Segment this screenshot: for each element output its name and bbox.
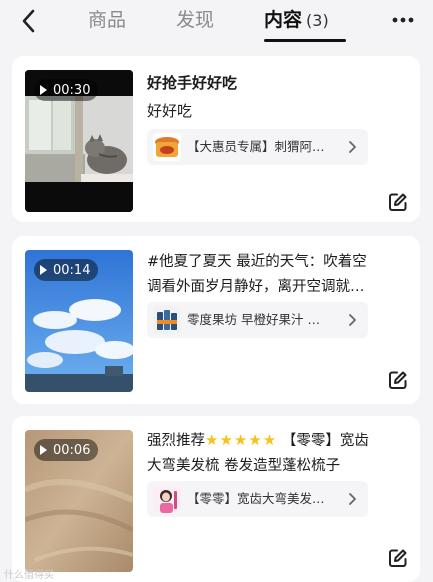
tab-products-label: 商品 bbox=[88, 9, 127, 31]
chevron-right-icon bbox=[349, 493, 356, 505]
play-icon bbox=[40, 445, 47, 455]
duration-badge: 00:14 bbox=[34, 259, 99, 281]
chevron-right-icon bbox=[349, 141, 356, 153]
linked-product[interactable]: 零度果坊 早橙好果汁 … bbox=[147, 302, 368, 338]
post-text: #他夏了夏天 最近的天气：吹着空调看外面岁月静好，离开空调就像被太阳烤了一样 bbox=[147, 254, 367, 295]
post-title: 好抢手好好吃 bbox=[147, 74, 238, 92]
post-text: 强烈推荐★★★★★ 【零零】宽齿大弯美发梳 卷发造型蓬松梳子 bbox=[147, 428, 372, 479]
duration-badge: 00:06 bbox=[34, 439, 99, 461]
duration-badge: 00:30 bbox=[34, 79, 99, 101]
chevron-left-icon bbox=[22, 9, 35, 33]
five-stars-rating: ★★★★★ bbox=[205, 431, 278, 449]
duration-text: 00:30 bbox=[53, 82, 91, 98]
play-icon bbox=[40, 85, 47, 95]
edit-icon[interactable] bbox=[388, 548, 408, 568]
product-name: 零度果坊 早橙好果汁 … bbox=[187, 312, 320, 327]
watermark: 什么值得买 bbox=[4, 570, 54, 581]
play-icon bbox=[40, 265, 47, 275]
tab-content[interactable]: 内容 (3) bbox=[264, 5, 329, 33]
product-name: 【大惠员专属】刺猬阿… bbox=[187, 139, 325, 154]
more-dots-icon bbox=[392, 17, 414, 23]
linked-product[interactable]: 【大惠员专属】刺猬阿… bbox=[147, 129, 368, 165]
edit-icon[interactable] bbox=[388, 192, 408, 212]
video-thumbnail[interactable]: 00:14 bbox=[25, 250, 133, 392]
product-thumbnail bbox=[153, 306, 181, 334]
edit-icon[interactable] bbox=[388, 370, 408, 390]
tab-discover[interactable]: 发现 bbox=[176, 5, 214, 33]
tab-discover-label: 发现 bbox=[176, 9, 215, 31]
active-tab-indicator bbox=[264, 39, 346, 42]
back-button[interactable] bbox=[14, 6, 44, 36]
post-description: 好好吃 bbox=[147, 102, 193, 120]
tab-products[interactable]: 商品 bbox=[88, 5, 126, 33]
duration-text: 00:14 bbox=[53, 262, 91, 278]
content-card[interactable]: 00:14 #他夏了夏天 最近的天气：吹着空调看外面岁月静好，离开空调就像被太阳… bbox=[12, 236, 420, 404]
more-options-button[interactable] bbox=[386, 6, 420, 34]
video-thumbnail[interactable]: 00:30 bbox=[25, 70, 133, 212]
product-name: 【零零】宽齿大弯美发… bbox=[187, 491, 325, 506]
content-card[interactable]: 00:06 强烈推荐★★★★★ 【零零】宽齿大弯美发梳 卷发造型蓬松梳子 【零零… bbox=[12, 416, 420, 582]
product-thumbnail bbox=[153, 133, 181, 161]
chevron-right-icon bbox=[349, 314, 356, 326]
linked-product[interactable]: 【零零】宽齿大弯美发… bbox=[147, 481, 368, 517]
tab-content-count: (3) bbox=[306, 11, 329, 30]
tab-content-label: 内容 bbox=[264, 9, 303, 31]
content-card[interactable]: 00:30 好抢手好好吃 好好吃 【大惠员专属】刺猬阿… bbox=[12, 56, 420, 222]
product-thumbnail bbox=[153, 485, 181, 513]
top-nav-bar: 商品 发现 内容 (3) bbox=[0, 0, 433, 44]
duration-text: 00:06 bbox=[53, 442, 91, 458]
video-thumbnail[interactable]: 00:06 bbox=[25, 430, 133, 572]
post-text-prefix: 强烈推荐 bbox=[147, 433, 205, 449]
